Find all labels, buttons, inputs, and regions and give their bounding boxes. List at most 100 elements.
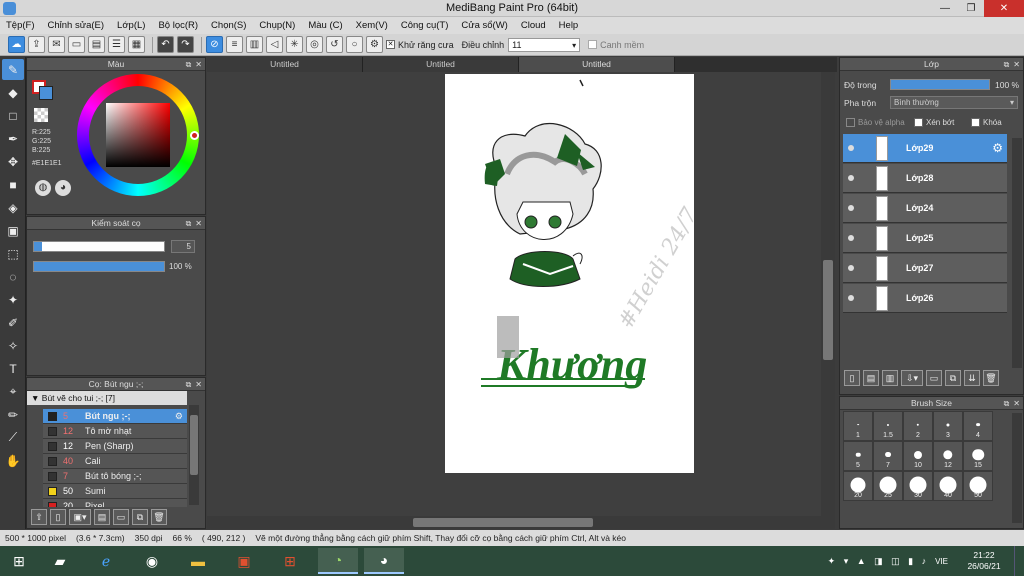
brush-group-header[interactable]: ▼ Bút vẽ cho tui ;-; [7] <box>27 391 187 405</box>
edge-checkbox[interactable] <box>588 40 598 49</box>
vertical-scroll-thumb[interactable] <box>823 260 833 360</box>
close-icon[interactable]: ✕ <box>1013 60 1020 69</box>
ellipse-snap-icon[interactable]: ○ <box>346 36 363 53</box>
menu-tools[interactable]: Công cụ(T) <box>401 20 449 31</box>
close-icon[interactable]: ✕ <box>1013 399 1020 408</box>
hue-cursor[interactable] <box>190 131 199 140</box>
snap-off-icon[interactable]: ⊘ <box>206 36 223 53</box>
brush-size-cell[interactable]: 25 <box>873 471 903 501</box>
gradient-tool-icon[interactable]: ▣ <box>2 220 24 241</box>
layer-row[interactable]: Lớp24 <box>843 194 1007 223</box>
rectangle-tool-icon[interactable]: □ <box>2 105 24 126</box>
list-icon[interactable]: ☰ <box>108 36 125 53</box>
menu-layer[interactable]: Lớp(L) <box>117 20 145 31</box>
layer-row[interactable]: Lớp27 <box>843 254 1007 283</box>
merge-layer-icon[interactable]: ⇊ <box>964 370 980 386</box>
brush-tool-icon[interactable]: ✎ <box>2 59 24 80</box>
menu-file[interactable]: Tệp(F) <box>6 20 35 31</box>
canvas-area[interactable]: Khương #Heidi 24/7 chuyển kì <box>207 72 821 516</box>
menu-view[interactable]: Xem(V) <box>356 20 388 31</box>
new-brush-icon[interactable]: ▯ <box>50 509 66 525</box>
medibang-taskbar-icon[interactable]: ◕ <box>364 548 404 574</box>
close-icon[interactable]: ✕ <box>195 219 202 228</box>
fill-rect-tool-icon[interactable]: ■ <box>2 174 24 195</box>
saturation-value-square[interactable] <box>106 103 170 167</box>
circle-snap-icon[interactable]: ◎ <box>306 36 323 53</box>
chat-icon[interactable]: ▭ <box>68 36 85 53</box>
brush-menu-icon[interactable]: ▣▾ <box>69 509 91 525</box>
brush-list-item[interactable]: 20 Pixel <box>43 499 187 507</box>
lock-toggle[interactable]: Khóa <box>971 118 1002 127</box>
horizontal-scrollbar[interactable] <box>207 516 835 529</box>
pen-tool-icon[interactable]: ✒ <box>2 128 24 149</box>
blend-select[interactable]: Bình thường ▾ <box>890 96 1018 109</box>
brush-list-item[interactable]: 5 Bút ngu ;-; ⚙ <box>43 409 187 424</box>
vanish-snap-icon[interactable]: ◁ <box>266 36 283 53</box>
layer-folder-icon[interactable]: ▭ <box>926 370 942 386</box>
brush-size-cell[interactable]: 3 <box>933 411 963 441</box>
magic-wand-icon[interactable]: ✦ <box>2 289 24 310</box>
redo-icon[interactable]: ↷ <box>177 36 194 53</box>
brush-doc-icon[interactable]: ▤ <box>94 509 110 525</box>
coccoc-icon[interactable]: ◔ <box>318 548 358 574</box>
brush-size-cell[interactable]: 1 <box>843 411 873 441</box>
protect-alpha-toggle[interactable]: Bảo vệ alpha <box>846 118 905 127</box>
menu-edit[interactable]: Chỉnh sửa(E) <box>48 20 105 31</box>
delete-layer-icon[interactable]: 🗑 <box>983 370 999 386</box>
menu-snap[interactable]: Chụp(N) <box>259 20 295 31</box>
brush-size-cell[interactable]: 20 <box>843 471 873 501</box>
select-pen-icon[interactable]: ✐ <box>2 312 24 333</box>
hand-tool-icon[interactable]: ✋ <box>2 450 24 471</box>
edge-toggle[interactable]: Canh mềm <box>588 40 644 50</box>
brush-size-cell[interactable]: 30 <box>903 471 933 501</box>
tab-document-3[interactable]: Untitled <box>519 57 675 72</box>
menu-filter[interactable]: Bộ lọc(R) <box>158 20 198 31</box>
notifications-icon[interactable] <box>1014 546 1024 576</box>
move-tool-icon[interactable]: ✥ <box>2 151 24 172</box>
brush-list-scrollbar[interactable] <box>189 405 199 505</box>
brush-size-cell[interactable]: 5 <box>843 441 873 471</box>
cloud-icon[interactable]: ☁ <box>8 36 25 53</box>
office-icon[interactable]: ▣ <box>224 548 264 574</box>
brush-size-cell[interactable]: 12 <box>933 441 963 471</box>
bucket-tool-icon[interactable]: ◈ <box>2 197 24 218</box>
divide-tool-icon[interactable]: ⌖ <box>2 381 24 402</box>
close-button[interactable]: ✕ <box>984 0 1024 17</box>
layer-row[interactable]: Lớp25 <box>843 224 1007 253</box>
text-tool-icon[interactable]: T <box>2 358 24 379</box>
adjust-select[interactable]: 11 <box>508 37 581 52</box>
background-color-swatch[interactable] <box>39 86 53 100</box>
brush-size-cell[interactable]: 2 <box>903 411 933 441</box>
popout-icon[interactable]: ⧉ <box>1004 60 1010 69</box>
select-tool-icon[interactable]: ⬚ <box>2 243 24 264</box>
grid-icon[interactable]: ▦ <box>128 36 145 53</box>
brush-list-item[interactable]: 12 Pen (Sharp) <box>43 439 187 454</box>
tab-document-1[interactable]: Untitled <box>207 57 363 72</box>
input-language[interactable]: VIE <box>935 557 948 566</box>
brush-list-item[interactable]: 7 Bút tô bóng ;-; <box>43 469 187 484</box>
layer-row[interactable]: Lớp28 <box>843 164 1007 193</box>
cross-snap-icon[interactable]: ▥ <box>246 36 263 53</box>
dropper-icon[interactable]: ⟋ <box>2 427 24 448</box>
app-grid-icon[interactable]: ⊞ <box>270 548 310 574</box>
popout-icon[interactable]: ⧉ <box>186 219 192 228</box>
visibility-icon[interactable] <box>848 265 854 271</box>
color-mode-icon[interactable]: ◍ <box>35 180 51 196</box>
tray-icons[interactable]: ✦ ▾ ▲ ◨ ◫ ▮ ♪ <box>828 556 929 567</box>
menu-help[interactable]: Help <box>559 20 579 31</box>
windows-start-icon[interactable]: ⊞ <box>2 548 36 574</box>
vertical-scrollbar[interactable] <box>821 72 835 516</box>
maximize-button[interactable]: ❐ <box>958 0 984 17</box>
duplicate-layer-icon[interactable]: ⧉ <box>945 370 961 386</box>
horizontal-scroll-thumb[interactable] <box>413 518 593 527</box>
eraser-tool-icon[interactable]: ◆ <box>2 82 24 103</box>
menu-color[interactable]: Màu (C) <box>308 20 342 31</box>
popout-icon[interactable]: ⧉ <box>1004 399 1010 408</box>
layer-row[interactable]: Lớp29 ⚙ <box>843 134 1007 163</box>
brush-size-cell[interactable]: 10 <box>903 441 933 471</box>
gear-icon[interactable]: ⚙ <box>175 411 183 422</box>
transparent-swatch[interactable] <box>34 108 48 122</box>
file-explorer-icon[interactable]: ▬ <box>178 548 218 574</box>
visibility-icon[interactable] <box>848 145 854 151</box>
brush-size-cell[interactable]: 15 <box>963 441 993 471</box>
